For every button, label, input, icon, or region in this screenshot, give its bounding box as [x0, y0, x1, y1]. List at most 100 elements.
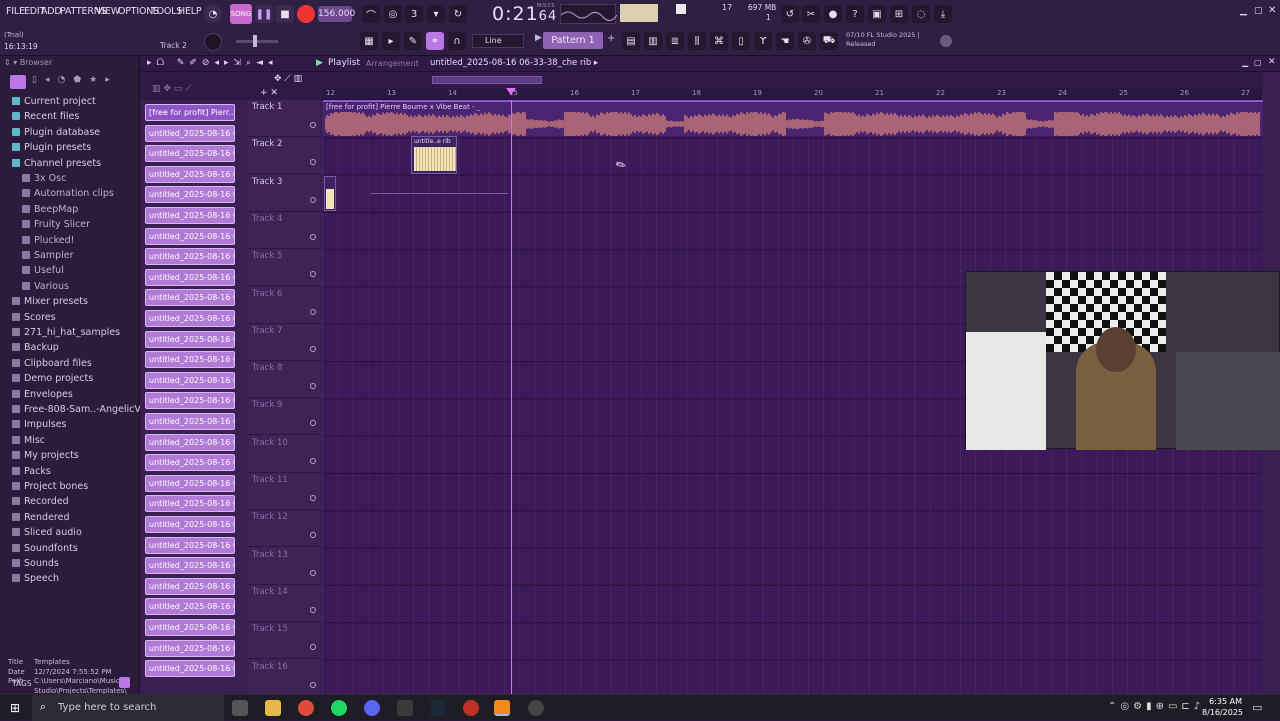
track-mute-icon[interactable]: [310, 457, 316, 464]
taskbar-time[interactable]: 6:35 AM: [1202, 697, 1242, 706]
track-mute-icon[interactable]: [310, 159, 316, 166]
pitch-slider-handle[interactable]: [253, 35, 257, 47]
news-panel[interactable]: 07/10 FL Studio 2025 | Released: [846, 31, 938, 49]
browser-search-icon[interactable]: [119, 677, 130, 688]
mixer-icon[interactable]: ⊞: [890, 5, 908, 23]
step-seq-icon[interactable]: ▥: [644, 32, 662, 50]
track-mute-icon[interactable]: [310, 271, 316, 278]
pattern-item[interactable]: untitled_2025-08-16 06-...: [145, 289, 235, 307]
cut-icon[interactable]: ✂: [802, 5, 820, 23]
pattern-item[interactable]: untitled_2025-08-16 06-...: [145, 660, 235, 678]
track-mute-icon[interactable]: [310, 532, 316, 539]
menu-view[interactable]: VIEW: [96, 6, 120, 17]
pattern-clip[interactable]: untitle..e rib: [411, 136, 457, 174]
pattern-item[interactable]: untitled_2025-08-16 06-...: [145, 145, 235, 163]
wait-icon[interactable]: ◎: [384, 5, 402, 23]
play-tiny-icon[interactable]: ▶: [535, 33, 542, 43]
track-header[interactable]: Track 2: [248, 137, 320, 175]
browser-item[interactable]: Clipboard files: [12, 358, 92, 369]
browser-item[interactable]: Project bones: [12, 481, 88, 492]
track-mute-icon[interactable]: [310, 122, 316, 128]
pattern-item[interactable]: untitled_2025-08-16 06-...: [145, 392, 235, 410]
pattern-item[interactable]: untitled_2025-08-16 06-...: [145, 639, 235, 657]
channel-rack-icon[interactable]: ≣: [666, 32, 684, 50]
browser-nav-icon[interactable]: ⇕ ▾: [4, 58, 20, 67]
file-explorer-icon[interactable]: [265, 700, 281, 716]
steam-icon[interactable]: [430, 700, 446, 716]
browser-item[interactable]: Sliced audio: [12, 527, 82, 538]
track3-clip[interactable]: [324, 176, 336, 211]
track-header[interactable]: Track 14: [248, 585, 320, 622]
minimize-icon[interactable]: ▁: [1240, 6, 1247, 16]
browser-item[interactable]: Automation clips: [22, 188, 114, 199]
track-header[interactable]: Track 13: [248, 548, 320, 585]
task-view-icon[interactable]: [232, 700, 248, 716]
help-icon[interactable]: ?: [846, 5, 864, 23]
loop-record-icon[interactable]: ↻: [449, 5, 467, 23]
brush-icon[interactable]: ✎: [404, 32, 422, 50]
browser-item[interactable]: Demo projects: [12, 373, 93, 384]
playlist-icon[interactable]: ▤: [622, 32, 640, 50]
browser-item[interactable]: Packs: [12, 466, 51, 477]
magnet-icon[interactable]: ∩: [448, 32, 466, 50]
track-mute-icon[interactable]: [310, 681, 316, 688]
track-header[interactable]: Track 15: [248, 622, 320, 660]
master-volume-knob[interactable]: [204, 33, 222, 51]
capcut-icon[interactable]: [397, 700, 413, 716]
track-mute-icon[interactable]: [310, 606, 316, 613]
taskbar-date[interactable]: 8/16/2025: [1202, 708, 1243, 717]
maximize-icon[interactable]: ▢: [1254, 6, 1263, 16]
countdown-icon[interactable]: 3: [405, 5, 423, 23]
track-mute-icon[interactable]: [310, 383, 316, 390]
song-pattern-toggle[interactable]: SONG: [230, 4, 252, 24]
notification-icon[interactable]: ▭: [1252, 701, 1262, 714]
menu-help[interactable]: HELP: [178, 6, 202, 17]
browser-item[interactable]: Fruity Slicer: [22, 219, 90, 230]
add-track-icon[interactable]: + ✕: [260, 88, 278, 98]
playlist-minimize-icon[interactable]: ▁: [1242, 58, 1248, 67]
browser-item[interactable]: Mixer presets: [12, 296, 88, 307]
pattern-item[interactable]: untitled_2025-08-16 06-...: [145, 433, 235, 451]
browser-item[interactable]: Useful: [22, 265, 64, 276]
shop-icon[interactable]: ⛟: [820, 32, 838, 50]
tempo-display[interactable]: 156.000: [318, 6, 355, 22]
playlist-tool-icons[interactable]: ▸ᗝ ✎✐⊘◂▸⇲⌕◄◂: [147, 58, 278, 68]
record-button[interactable]: [297, 5, 315, 23]
pattern-item[interactable]: untitled_2025-08-16 06-...: [145, 619, 235, 636]
play-button[interactable]: ❚❚: [255, 5, 273, 23]
pattern-item[interactable]: [free for profit] Pierr...: [145, 104, 235, 121]
app-icon[interactable]: [463, 700, 479, 716]
pattern-item[interactable]: untitled_2025-08-16 06-...: [145, 536, 235, 554]
pattern-item[interactable]: untitled_2025-08-16 06-...: [145, 330, 235, 348]
track-header[interactable]: Track 11: [248, 473, 320, 510]
pattern-list-icons[interactable]: ▥ ✥ ▭ ⟋: [152, 84, 191, 94]
pattern-item[interactable]: untitled_2025-08-16 06-...: [145, 598, 235, 616]
pattern-item[interactable]: untitled_2025-08-16 06-...: [145, 413, 235, 430]
track-header[interactable]: Track 9: [248, 398, 320, 436]
browser-item[interactable]: Channel presets: [12, 158, 101, 169]
browser-item[interactable]: Recent files: [12, 111, 79, 122]
pattern-item[interactable]: untitled_2025-08-16 06-...: [145, 227, 235, 245]
stop-button[interactable]: ■: [276, 5, 294, 23]
hint-icon[interactable]: ◔: [204, 5, 222, 23]
browser-item[interactable]: Plucked!: [22, 235, 74, 246]
master-pitch-slider[interactable]: [236, 40, 278, 43]
pattern-item[interactable]: untitled_2025-08-16 06-...: [145, 495, 235, 513]
browser-item[interactable]: My projects: [12, 450, 79, 461]
browser-item[interactable]: Backup: [12, 342, 59, 353]
pattern-item[interactable]: untitled_2025-08-16 06-...: [145, 371, 235, 389]
browser-all-icon[interactable]: [10, 75, 26, 89]
plug-icon[interactable]: ϒ: [754, 32, 772, 50]
track-mute-icon[interactable]: [310, 495, 316, 501]
track-mute-icon[interactable]: [310, 345, 316, 352]
piano-roll-icon[interactable]: ▦: [360, 32, 378, 50]
track-mute-icon[interactable]: [310, 569, 316, 576]
playhead[interactable]: [511, 100, 512, 694]
track-mute-icon[interactable]: [310, 420, 316, 427]
obs-icon[interactable]: [528, 700, 544, 716]
browser-item[interactable]: Rendered: [12, 512, 70, 523]
pattern-item[interactable]: untitled_2025-08-16 06-...: [145, 268, 235, 286]
browser-filter-icons[interactable]: ▯◂◔⬟★▸: [32, 75, 118, 85]
zoom-icons[interactable]: ✥ ⟋ ▥: [274, 74, 302, 84]
browser-item[interactable]: Plugin database: [12, 127, 100, 138]
